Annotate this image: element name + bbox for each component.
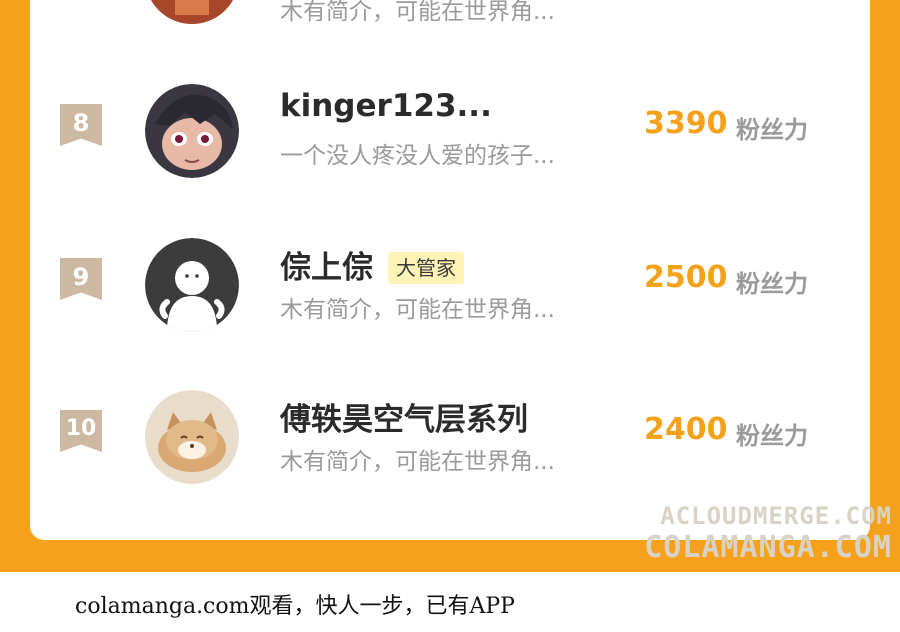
fan-power-score: 2500 [644, 260, 728, 295]
role-badge: 大管家 [388, 252, 464, 284]
rank-badge: 8 [60, 104, 102, 146]
default-avatar-icon [145, 238, 239, 332]
user-avatar[interactable] [145, 0, 239, 24]
user-bio: 木有简介，可能在世界角... [280, 297, 555, 323]
user-avatar[interactable] [145, 84, 239, 178]
fan-power-label: 粉丝力 [736, 422, 808, 450]
user-avatar[interactable] [145, 390, 239, 484]
anime-face-avatar-icon [145, 84, 239, 178]
user-bio: 木有简介，可能在世界角... [280, 449, 555, 475]
fan-power-score: 3390 [644, 106, 728, 141]
rank-badge: 10 [60, 410, 102, 452]
rank-badge: 9 [60, 258, 102, 300]
ranking-row[interactable]: 10 傅轶昊空气层系列 木有简介，可能在世界角... 2400 粉丝力 [30, 390, 870, 510]
user-bio: 木有简介，可能在世界角... [280, 0, 555, 25]
cat-avatar-icon [145, 390, 239, 484]
ranking-row-partial[interactable]: 木有简介，可能在世界角... [30, 0, 870, 40]
ranking-row[interactable]: 8 kinger123... 一个没人疼没人爱的孩子... 3390 粉丝力 [30, 84, 870, 204]
footer-note: colamanga.com观看，快人一步，已有APP [75, 594, 515, 619]
watermark-line-1: ACLOUDMERGE.COM [660, 502, 892, 530]
user-name[interactable]: 倧上倧 [280, 242, 373, 287]
fan-power-score: 2400 [644, 412, 728, 447]
user-name[interactable]: 傅轶昊空气层系列 [280, 394, 528, 439]
fan-power-label: 粉丝力 [736, 270, 808, 298]
ranking-row[interactable]: 9 倧上倧 大管家 木有简介，可能在世界角... 2500 粉丝力 [30, 238, 870, 358]
user-avatar[interactable] [145, 238, 239, 332]
user-name[interactable]: kinger123... [280, 88, 492, 124]
watermark-line-2: COLAMANGA.COM [644, 530, 892, 565]
ranking-card: 木有简介，可能在世界角... 8 kinger123... 一个没人疼没人爱的孩… [30, 0, 870, 540]
fan-power-label: 粉丝力 [736, 116, 808, 144]
user-bio: 一个没人疼没人爱的孩子... [280, 143, 555, 169]
